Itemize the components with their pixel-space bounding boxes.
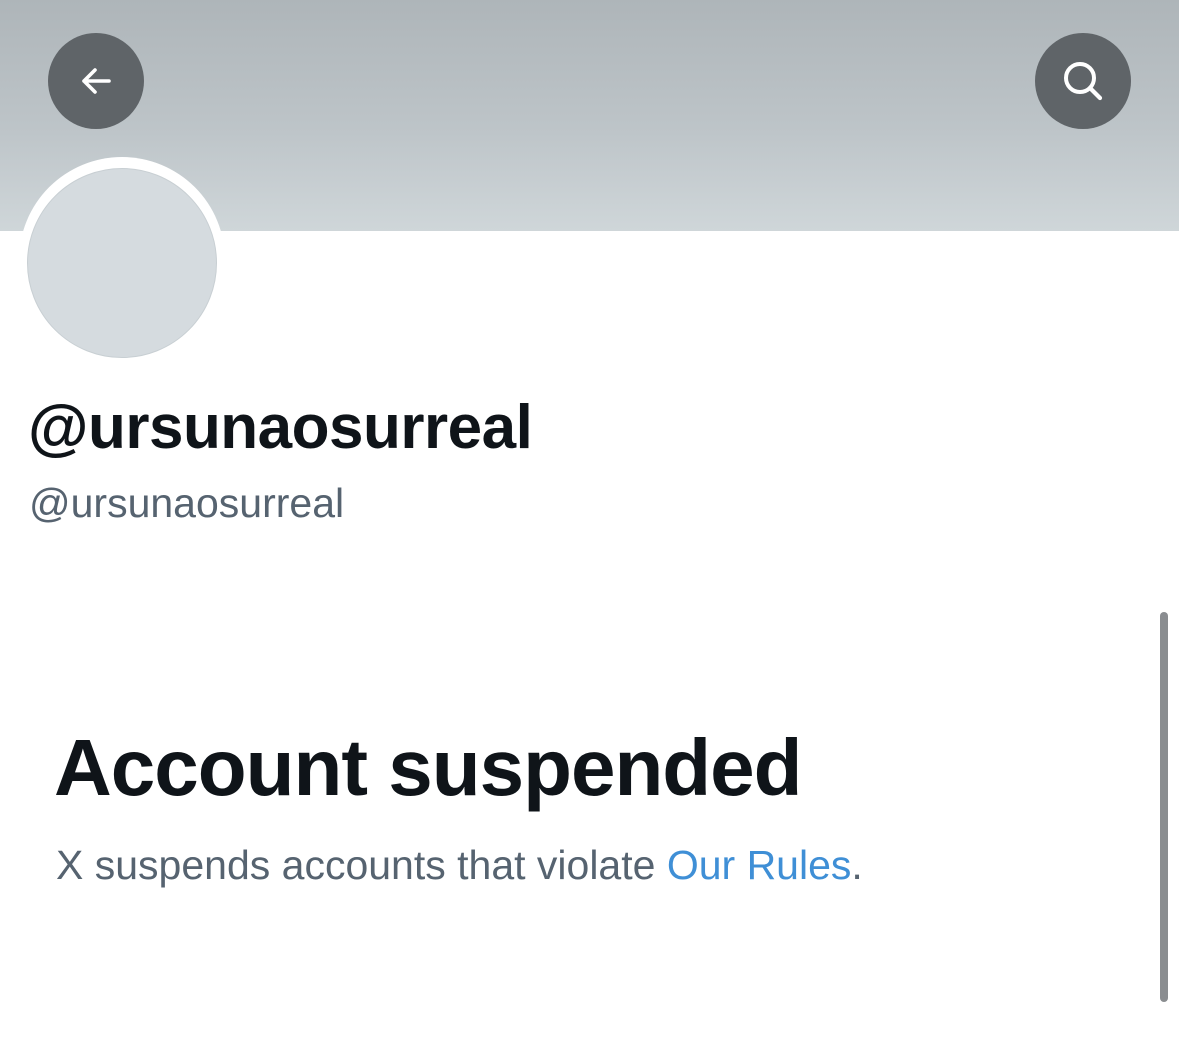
search-button[interactable] <box>1035 33 1131 129</box>
display-name: @ursunaosurreal <box>28 393 533 462</box>
arrow-left-icon <box>76 61 116 101</box>
suspended-message: X suspends accounts that violate Our Rul… <box>56 842 863 889</box>
suspended-title: Account suspended <box>54 723 803 812</box>
search-icon <box>1059 57 1107 105</box>
avatar[interactable] <box>27 168 217 358</box>
back-button[interactable] <box>48 33 144 129</box>
scrollbar[interactable] <box>1160 612 1168 1002</box>
suspended-message-prefix: X suspends accounts that violate <box>56 842 667 888</box>
profile-page: @ursunaosurreal @ursunaosurreal Account … <box>0 0 1179 1051</box>
user-handle: @ursunaosurreal <box>29 480 345 526</box>
our-rules-link[interactable]: Our Rules <box>667 842 852 888</box>
suspended-message-suffix: . <box>851 842 863 888</box>
